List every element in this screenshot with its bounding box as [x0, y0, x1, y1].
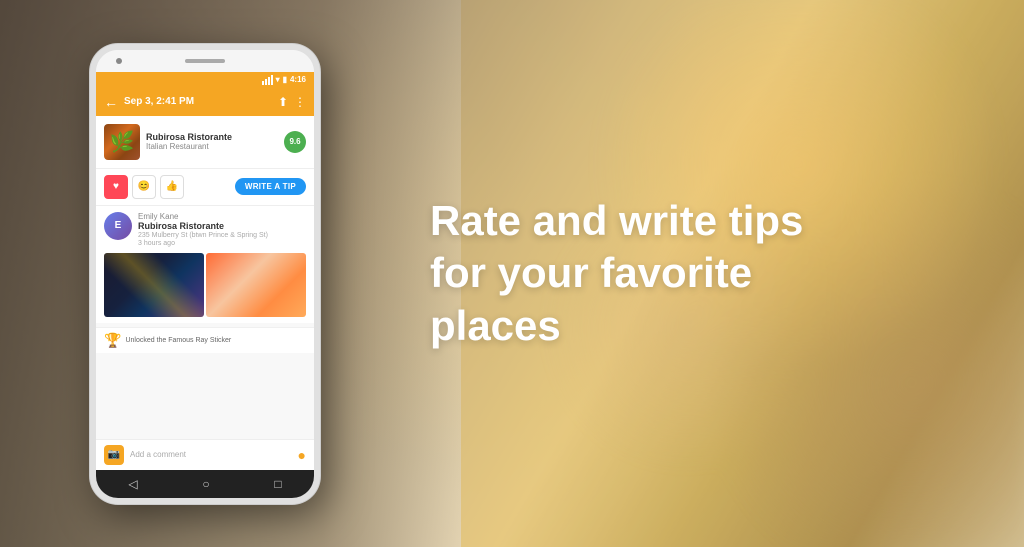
write-tip-button[interactable]: WRITE A TIP: [235, 178, 306, 195]
status-bar-content: ▾ ▮ 4:16: [262, 75, 306, 85]
nav-recents-button[interactable]: □: [274, 477, 281, 491]
signal-bar-3: [268, 77, 270, 85]
restaurant-info: Rubirosa Ristorante Italian Restaurant: [146, 132, 278, 151]
sticker-icon: 🏆: [104, 332, 121, 349]
user-info: Emily Kane Rubirosa Ristorante 235 Mulbe…: [138, 212, 306, 247]
user-name: Emily Kane: [138, 212, 306, 221]
comment-input[interactable]: Add a comment: [130, 450, 292, 459]
comment-user-avatar: 📷: [104, 445, 124, 465]
signal-icon: [262, 75, 273, 85]
signal-bar-2: [265, 79, 267, 85]
main-content: ▾ ▮ 4:16 ← Sep 3, 2:41 PM ⬆ ⋮ Rubirosa R…: [0, 0, 1024, 547]
feed-time: 3 hours ago: [138, 240, 306, 247]
photo-1: [104, 253, 204, 317]
signal-bar-4: [271, 75, 273, 85]
phone-wrapper: ▾ ▮ 4:16 ← Sep 3, 2:41 PM ⬆ ⋮ Rubirosa R…: [0, 44, 380, 504]
feed-venue-address: 235 Mulberry St (btwn Prince & Spring St…: [138, 231, 306, 240]
signal-bar-1: [262, 81, 264, 85]
restaurant-score: 9.6: [284, 131, 306, 153]
wifi-icon: ▾: [276, 75, 280, 84]
feed-item: E Emily Kane Rubirosa Ristorante 235 Mul…: [96, 206, 314, 323]
app-header: ← Sep 3, 2:41 PM ⬆ ⋮: [96, 88, 314, 116]
comment-bar: 📷 Add a comment ●: [96, 439, 314, 470]
like-button[interactable]: ♥: [104, 175, 128, 199]
hero-line1: Rate and write tips: [430, 197, 803, 244]
hero-text: Rate and write tips for your favorite pl…: [430, 195, 803, 353]
phone-camera: [116, 58, 122, 64]
bottom-nav: ◁ ○ □: [96, 470, 314, 498]
more-button[interactable]: ⋮: [294, 95, 306, 109]
restaurant-type: Italian Restaurant: [146, 142, 278, 151]
restaurant-image: [104, 124, 140, 160]
comment-send-button[interactable]: ●: [298, 447, 306, 463]
back-button[interactable]: ←: [104, 94, 118, 110]
action-bar: ♥ 😊 👍 WRITE A TIP: [96, 169, 314, 206]
header-title: Sep 3, 2:41 PM: [124, 96, 272, 107]
sticker-unlock: 🏆 Unlocked the Famous Ray Sticker: [96, 327, 314, 353]
feed-venue-name: Rubirosa Ristorante: [138, 221, 306, 231]
hero-line2: for your favorite: [430, 249, 752, 296]
restaurant-card: Rubirosa Ristorante Italian Restaurant 9…: [96, 116, 314, 169]
nav-home-button[interactable]: ○: [202, 477, 209, 491]
photo-2: [206, 253, 306, 317]
phone-speaker: [185, 59, 225, 63]
restaurant-name: Rubirosa Ristorante: [146, 132, 278, 142]
hero-line3: places: [430, 302, 561, 349]
emoji1-button[interactable]: 😊: [132, 175, 156, 199]
phone-top-hardware: [96, 50, 314, 72]
battery-icon: ▮: [283, 75, 287, 84]
status-bar: ▾ ▮ 4:16: [96, 72, 314, 88]
feed: E Emily Kane Rubirosa Ristorante 235 Mul…: [96, 206, 314, 439]
photo-grid: [96, 253, 314, 323]
share-button[interactable]: ⬆: [278, 95, 288, 109]
status-time: 4:16: [290, 75, 306, 84]
hero-text-section: Rate and write tips for your favorite pl…: [380, 155, 1024, 393]
user-avatar: E: [104, 212, 132, 240]
emoji2-button[interactable]: 👍: [160, 175, 184, 199]
nav-back-button[interactable]: ◁: [128, 477, 137, 491]
sticker-text: Unlocked the Famous Ray Sticker: [125, 337, 231, 344]
phone: ▾ ▮ 4:16 ← Sep 3, 2:41 PM ⬆ ⋮ Rubirosa R…: [90, 44, 320, 504]
feed-user-section: E Emily Kane Rubirosa Ristorante 235 Mul…: [96, 206, 314, 253]
